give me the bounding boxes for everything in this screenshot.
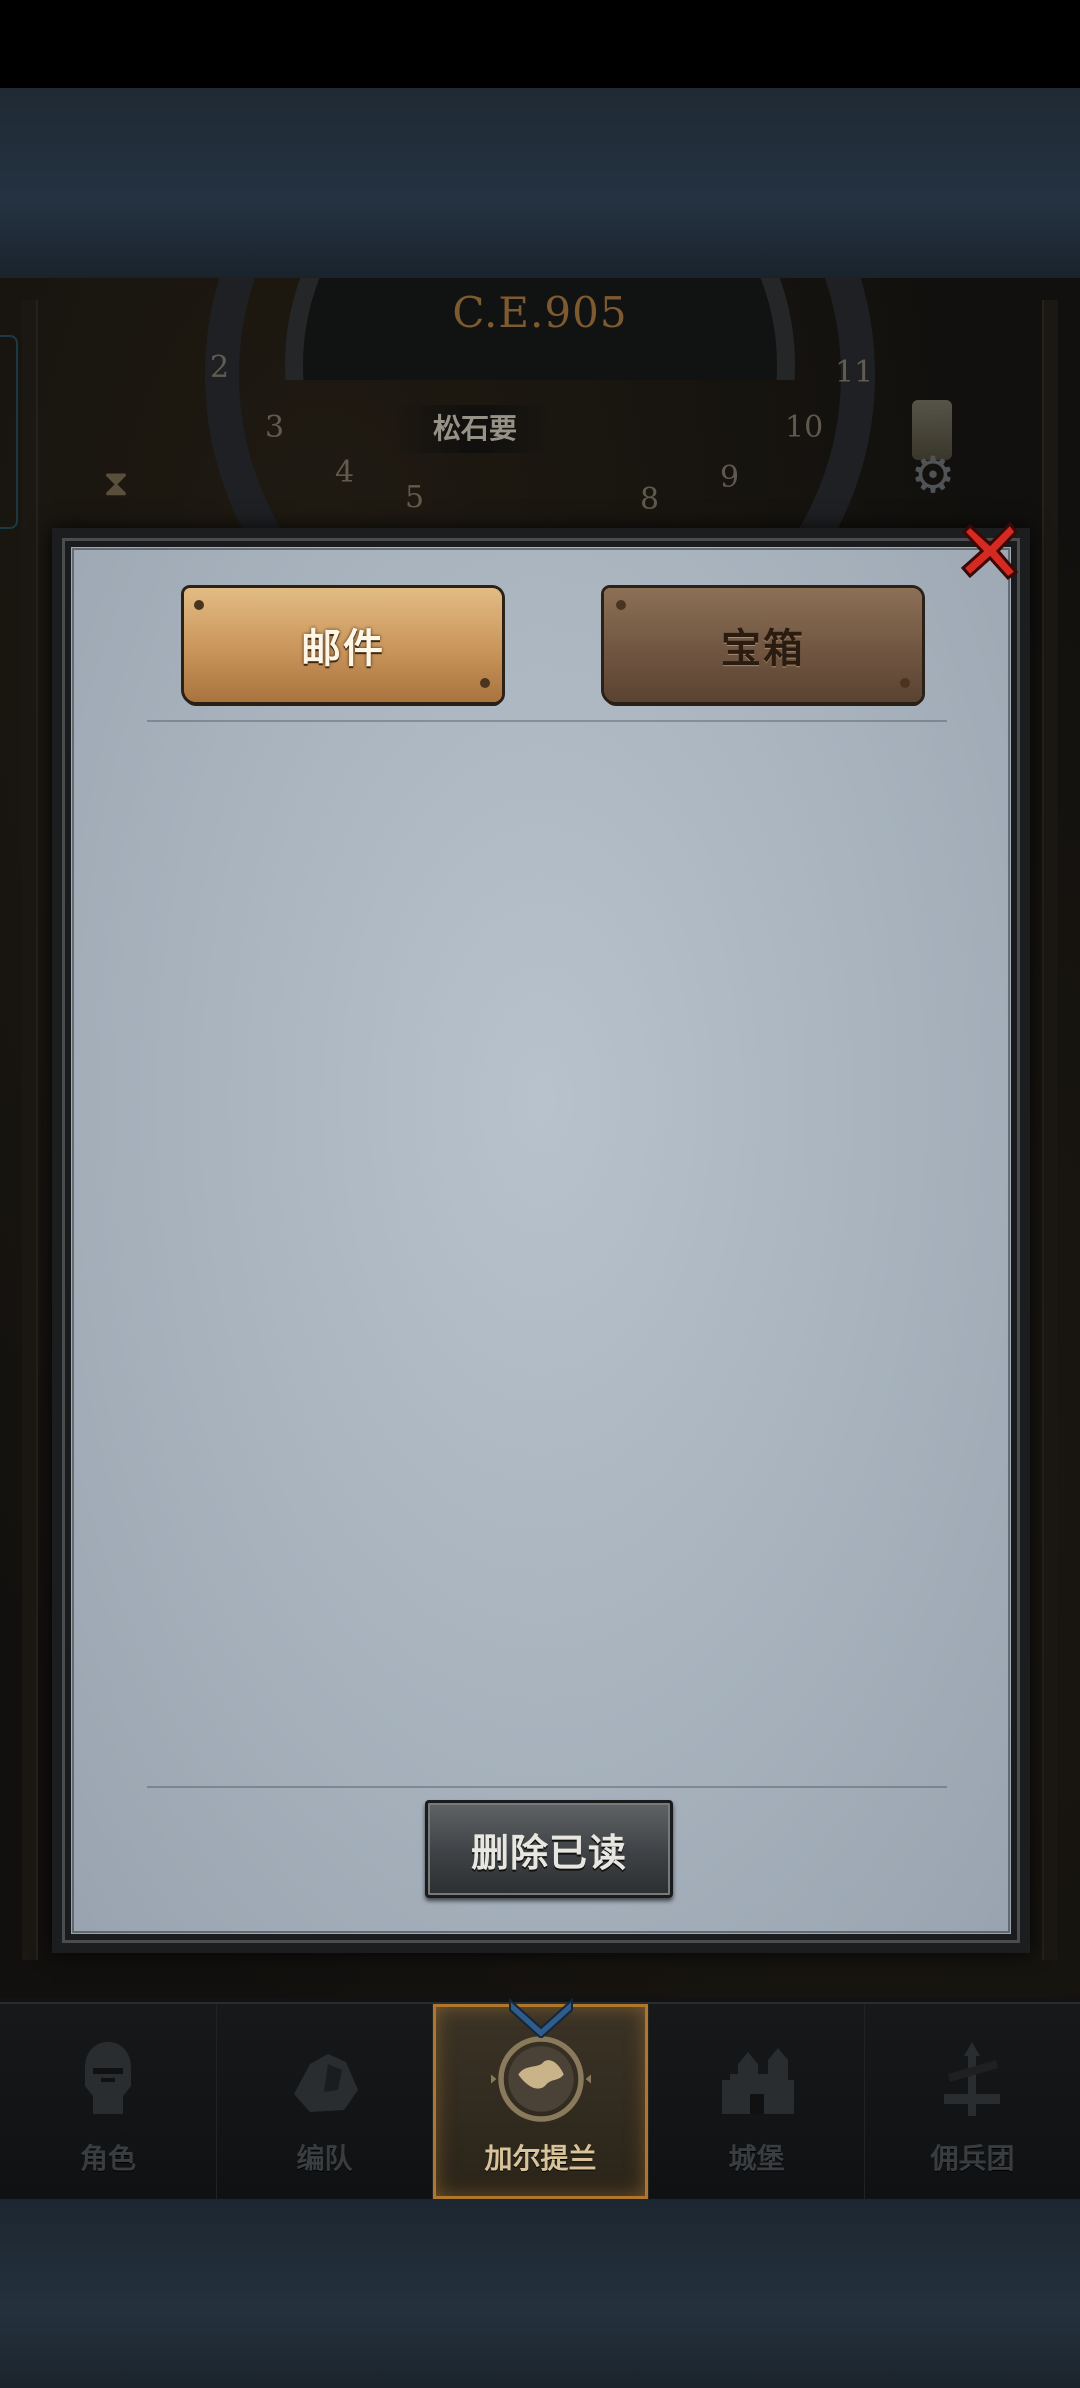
nail-decoration (616, 600, 626, 610)
tab-mail-label: 邮件 (301, 626, 385, 672)
nav-label: 佣兵团 (930, 2142, 1015, 2175)
knight-icon (58, 2029, 158, 2129)
tab-mail[interactable]: 邮件 (184, 588, 502, 702)
chevron-down-icon (508, 1998, 573, 2038)
close-button[interactable] (955, 515, 1025, 585)
mail-list[interactable] (102, 728, 982, 1778)
nav-label: 角色 (79, 2142, 136, 2175)
nav-label: 城堡 (728, 2142, 785, 2175)
castle-icon (707, 2029, 807, 2129)
divider (147, 720, 947, 722)
divider (147, 1786, 947, 1788)
nav-label: 加尔提兰 (484, 2142, 597, 2175)
nail-decoration (900, 678, 910, 688)
world-map-icon (490, 2029, 591, 2129)
nav-label: 编队 (296, 2142, 353, 2175)
top-band (0, 88, 1080, 278)
delete-read-button[interactable]: 删除已读 (425, 1800, 673, 1898)
tab-chest[interactable]: 宝箱 (604, 588, 922, 702)
squad-icon (275, 2029, 375, 2129)
status-bar (0, 0, 1080, 88)
tab-chest-label: 宝箱 (721, 626, 805, 672)
close-x-icon (960, 521, 1019, 581)
bottom-nav: 角色 编队 加尔提兰 城堡 佣兵团 (0, 1998, 1080, 2199)
nav-item-castle[interactable]: 城堡 (648, 2004, 864, 2199)
mail-dialog: 邮件 宝箱 删除已读 (52, 528, 1030, 1953)
nav-item-mercenary[interactable]: 佣兵团 (864, 2004, 1080, 2199)
mercenary-icon (923, 2029, 1023, 2129)
nav-item-squad[interactable]: 编队 (216, 2004, 432, 2199)
nav-item-character[interactable]: 角色 (0, 2004, 216, 2199)
nav-item-galtiran[interactable]: 加尔提兰 (432, 1998, 648, 2199)
bottom-band (0, 2195, 1080, 2388)
nail-decoration (194, 600, 204, 610)
nail-decoration (480, 678, 490, 688)
